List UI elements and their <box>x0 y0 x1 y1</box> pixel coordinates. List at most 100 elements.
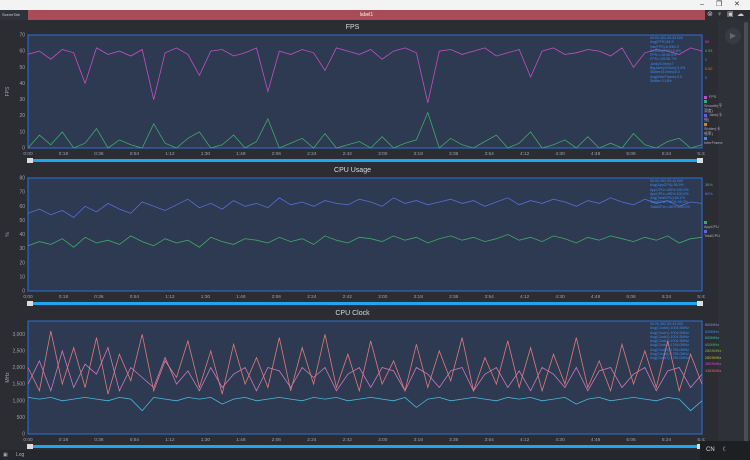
x-tick-label: 0:36 <box>94 151 104 157</box>
x-tick-label: 5:06 <box>626 437 636 443</box>
y-tick-label: 50 <box>19 65 25 71</box>
x-tick-label: 5:06 <box>626 151 636 157</box>
cloud-icon[interactable]: ☁ <box>737 11 744 19</box>
slider-handle-left[interactable] <box>27 444 33 449</box>
x-tick-label: 0:54 <box>130 294 140 300</box>
legend-swatch <box>704 113 707 117</box>
x-tick-label: 2:06 <box>272 151 282 157</box>
scrollbar[interactable] <box>744 22 748 442</box>
y-tick-label: 30 <box>19 97 25 103</box>
y-tick-label: 500 <box>17 415 26 421</box>
pin-icon[interactable]: ♀ <box>717 11 722 19</box>
x-tick-label: 1:48 <box>236 151 246 157</box>
x-tick-label: 0:54 <box>130 437 140 443</box>
x-tick-label: 4:30 <box>555 294 565 300</box>
legend-swatch <box>704 95 707 99</box>
stats-box: 00:00.452-05:43.000 Avg(Clock0):1004.5MHz… <box>650 322 689 361</box>
log-tab[interactable]: Log <box>16 450 24 460</box>
x-tick-label: 2:42 <box>343 437 353 443</box>
time-range-slider[interactable] <box>28 445 702 448</box>
chart-svg: 0 500 1,000 1,500 2,000 2,500 3,000 MHz 0:00 0:18… <box>5 320 705 449</box>
stat-line: Avg(Clock0):1004.5MHz <box>650 326 689 331</box>
stat-line: Avg(AppCPU):36.9% <box>650 183 684 188</box>
legend: FPS Smooth(平滑度) Jank(卡顿) Stutter(卡顿率) InterF… <box>704 95 723 146</box>
legend-swatch <box>704 220 707 224</box>
time-range-slider[interactable] <box>28 302 702 305</box>
x-tick-label: 5:24 <box>662 294 672 300</box>
current-values: 600MHz 600MHz 600MHz 600MHz 2803MHz 2803MHz 28… <box>705 322 721 374</box>
x-tick-label: 2:24 <box>307 294 317 300</box>
current-value: 60% <box>705 192 713 196</box>
x-tick-label: 3:36 <box>449 437 459 443</box>
y-tick-label: 10 <box>19 129 25 135</box>
x-tick-label: 2:06 <box>272 437 282 443</box>
x-tick-label: 5:24 <box>662 151 672 157</box>
legend-label: Smooth(平滑度) <box>704 104 723 113</box>
stat-line: Avg(Clock7):1765.0MHz <box>650 356 689 361</box>
x-tick-label: 3:18 <box>414 437 424 443</box>
x-tick-label: 3:36 <box>449 294 459 300</box>
panel-icon[interactable]: ▣ <box>3 450 8 460</box>
x-tick-label: 4:30 <box>555 437 565 443</box>
legend: AppCPU TotalCPU <box>704 220 720 238</box>
y-tick-label: 2,000 <box>12 365 25 371</box>
legend-item[interactable]: Jank(卡顿) <box>704 113 723 122</box>
x-tick-label: 2:06 <box>272 294 282 300</box>
maximize-button[interactable]: ❐ <box>716 0 722 10</box>
y-tick-label: 50 <box>19 218 25 224</box>
y-tick-label: 10 <box>19 274 25 280</box>
x-tick-label: 1:30 <box>201 151 211 157</box>
x-tick-label: 4:12 <box>520 437 530 443</box>
x-tick-label: 3:36 <box>449 151 459 157</box>
current-value: 60 <box>705 40 710 44</box>
current-value: 0.93 <box>705 49 713 53</box>
legend-item[interactable]: AppCPU <box>704 220 720 229</box>
close-button[interactable]: ✕ <box>734 0 740 10</box>
play-button[interactable]: ▶ <box>725 28 741 44</box>
language-switch[interactable]: CN ☾ <box>700 441 750 460</box>
y-tick-label: 1,000 <box>12 398 25 404</box>
x-tick-label: 5:06 <box>626 294 636 300</box>
x-tick-label: 1:30 <box>201 294 211 300</box>
x-tick-label: 5:43 <box>697 294 705 300</box>
x-tick-label: 1:48 <box>236 437 246 443</box>
y-axis-label: MHz <box>5 372 11 383</box>
scene-tab[interactable]: SceneTab <box>0 10 28 20</box>
legend-label: InterFrame <box>704 140 723 145</box>
y-tick-label: 3,000 <box>12 332 25 338</box>
location-icon[interactable]: ⊚ <box>707 11 713 19</box>
x-tick-label: 0:18 <box>59 151 69 157</box>
legend-item[interactable]: InterFrame <box>704 136 723 145</box>
legend-item[interactable]: Stutter(卡顿率) <box>704 123 723 137</box>
x-tick-label: 0:18 <box>59 294 69 300</box>
x-tick-label: 4:12 <box>520 294 530 300</box>
y-tick-label: 80 <box>19 176 25 182</box>
x-tick-label: 1:12 <box>165 437 175 443</box>
x-tick-label: 3:54 <box>484 437 494 443</box>
legend-label: Stutter(卡顿率) <box>704 127 721 136</box>
minimize-button[interactable]: – <box>700 0 704 10</box>
current-value: 0 <box>705 76 708 80</box>
x-tick-label: 0:36 <box>94 294 104 300</box>
y-tick-label: 20 <box>19 260 25 266</box>
theme-moon-icon[interactable]: ☾ <box>722 447 727 453</box>
legend-item[interactable]: Smooth(平滑度) <box>704 100 723 114</box>
y-tick-label: 60 <box>19 49 25 55</box>
legend-item[interactable]: TotalCPU <box>704 229 720 238</box>
current-value: 2803MHz <box>705 349 722 353</box>
chart-cpu-usage: CPU Usage 0 10 20 30 40 50 60 70 80% 0:00 0:18 0:36 0… <box>0 163 720 306</box>
legend-label: TotalCPU <box>704 233 721 238</box>
language-label[interactable]: CN <box>706 447 715 453</box>
x-tick-label: 4:48 <box>591 437 601 443</box>
folder-icon[interactable]: ▣ <box>727 11 734 19</box>
x-tick-label: 0:54 <box>130 151 140 157</box>
bottom-bar: ▣ Log <box>0 450 750 460</box>
y-tick-label: 2,500 <box>12 348 25 354</box>
x-tick-label: 2:24 <box>307 151 317 157</box>
time-range-slider[interactable] <box>28 159 702 162</box>
x-tick-label: 5:24 <box>662 437 672 443</box>
x-tick-label: 3:00 <box>378 294 388 300</box>
plot-area <box>27 177 703 292</box>
legend-swatch <box>704 123 707 127</box>
y-axis-label: % <box>5 232 11 237</box>
